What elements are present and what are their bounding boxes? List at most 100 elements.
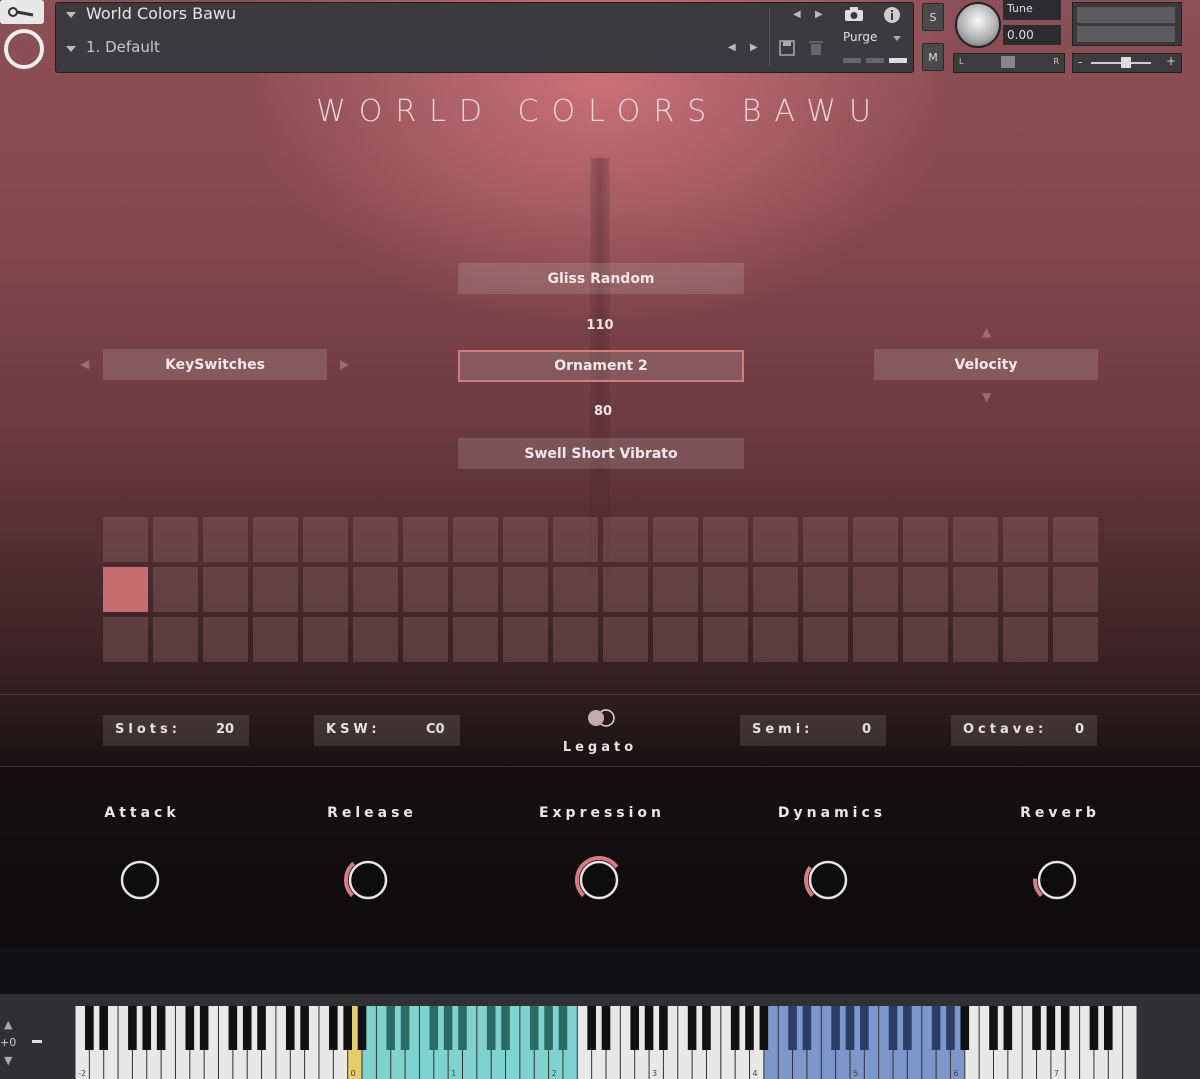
next-preset-icon[interactable]: ▶ [750, 42, 758, 53]
slot-cell[interactable] [1053, 517, 1098, 562]
keyswitch-next-icon[interactable]: ▶ [340, 357, 349, 371]
slot-cell[interactable] [353, 567, 398, 612]
instrument-name[interactable]: World Colors Bawu [86, 4, 236, 23]
slot-cell[interactable] [953, 567, 998, 612]
dynamics-knob[interactable] [803, 855, 853, 905]
ksw-field[interactable]: KSW: C0 [314, 715, 460, 746]
pitch-wheel[interactable] [32, 1040, 42, 1043]
expression-knob[interactable] [574, 855, 624, 905]
piano-keyboard[interactable]: -2 0 1 2 3 4 5 6 7 [75, 1006, 1137, 1079]
slot-cell[interactable] [853, 567, 898, 612]
pan-handle[interactable] [1001, 56, 1015, 68]
slot-cell[interactable] [353, 517, 398, 562]
slot-cell[interactable] [503, 567, 548, 612]
slot-cell[interactable] [753, 567, 798, 612]
octave-up-icon[interactable]: ▲ [4, 1018, 12, 1031]
slot-cell[interactable] [1003, 617, 1048, 662]
reverb-knob[interactable] [1032, 855, 1082, 905]
prev-instrument-icon[interactable]: ◀ [793, 9, 801, 20]
instrument-dropdown-icon[interactable] [66, 12, 76, 18]
slot-cell[interactable] [303, 517, 348, 562]
slot-cell[interactable] [703, 617, 748, 662]
keyswitch-prev-icon[interactable]: ◀ [80, 357, 89, 371]
slot-cell[interactable] [603, 517, 648, 562]
slot-cell[interactable] [953, 517, 998, 562]
velocity-up-icon[interactable]: ▲ [982, 325, 991, 339]
preset-name[interactable]: 1. Default [86, 38, 160, 56]
slot-cell[interactable] [453, 517, 498, 562]
slot-cell[interactable] [253, 617, 298, 662]
slot-cell[interactable] [653, 517, 698, 562]
delete-icon[interactable] [809, 40, 823, 60]
legato-toggle[interactable] [586, 708, 616, 727]
slot-cell[interactable] [253, 517, 298, 562]
volume-handle[interactable] [1121, 57, 1131, 68]
slot-cell[interactable] [303, 617, 348, 662]
slot-cell[interactable] [803, 617, 848, 662]
slot-cell[interactable] [653, 617, 698, 662]
slot-cell[interactable] [853, 517, 898, 562]
solo-button[interactable]: S [922, 3, 944, 31]
slot-cell[interactable] [803, 517, 848, 562]
slot-cell[interactable] [553, 517, 598, 562]
slot-cell[interactable] [753, 517, 798, 562]
tune-value[interactable]: 0.00 [1003, 25, 1061, 45]
slot-cell[interactable] [353, 617, 398, 662]
articulation-bottom-button[interactable]: Swell Short Vibrato [458, 438, 744, 469]
slot-cell[interactable] [903, 517, 948, 562]
slot-cell[interactable] [803, 567, 848, 612]
slot-cell[interactable] [603, 617, 648, 662]
slot-cell[interactable] [453, 617, 498, 662]
slot-cell[interactable] [653, 567, 698, 612]
slot-cell[interactable] [1053, 617, 1098, 662]
slot-cell[interactable] [253, 567, 298, 612]
slot-cell[interactable] [953, 617, 998, 662]
keyswitches-selector[interactable]: KeySwitches [103, 349, 327, 380]
slot-cell[interactable] [153, 567, 198, 612]
slot-cell[interactable] [103, 567, 148, 612]
prev-preset-icon[interactable]: ◀ [728, 42, 736, 53]
next-instrument-icon[interactable]: ▶ [815, 9, 823, 20]
articulation-top-button[interactable]: Gliss Random [458, 263, 744, 294]
articulation-selected-button[interactable]: Ornament 2 [458, 350, 744, 382]
purge-button[interactable]: Purge [843, 30, 877, 44]
slot-cell[interactable] [203, 517, 248, 562]
save-icon[interactable] [779, 40, 795, 60]
slot-cell[interactable] [1053, 567, 1098, 612]
wrench-icon[interactable] [0, 0, 44, 24]
volume-slider[interactable]: - + [1072, 53, 1182, 73]
slot-cell[interactable] [153, 617, 198, 662]
slot-cell[interactable] [603, 567, 648, 612]
slot-cell[interactable] [703, 567, 748, 612]
slot-cell[interactable] [103, 617, 148, 662]
velocity-down-icon[interactable]: ▼ [982, 390, 991, 404]
slot-cell[interactable] [553, 617, 598, 662]
slot-cell[interactable] [203, 567, 248, 612]
slot-cell[interactable] [303, 567, 348, 612]
slot-cell[interactable] [103, 517, 148, 562]
semi-value[interactable]: 0 [862, 722, 871, 737]
octave-down-icon[interactable]: ▼ [4, 1054, 12, 1067]
slot-cell[interactable] [403, 617, 448, 662]
slot-cell[interactable] [1003, 517, 1048, 562]
octave-value[interactable]: 0 [1075, 722, 1084, 737]
slot-cell[interactable] [153, 517, 198, 562]
slot-cell[interactable] [503, 617, 548, 662]
slot-cell[interactable] [903, 567, 948, 612]
volume-plus[interactable]: + [1166, 54, 1176, 68]
slots-field[interactable]: Slots: 20 [103, 715, 249, 746]
slot-cell[interactable] [403, 517, 448, 562]
ksw-value[interactable]: C0 [426, 722, 445, 737]
octave-field[interactable]: Octave: 0 [951, 715, 1097, 746]
purge-dropdown-icon[interactable] [893, 36, 901, 41]
info-icon[interactable] [883, 6, 901, 28]
pan-slider[interactable]: L R [953, 53, 1065, 73]
slots-value[interactable]: 20 [216, 722, 234, 737]
volume-minus[interactable]: - [1078, 55, 1082, 69]
slot-cell[interactable] [453, 567, 498, 612]
preset-dropdown-icon[interactable] [66, 46, 76, 52]
slot-cell[interactable] [553, 567, 598, 612]
release-knob[interactable] [343, 855, 393, 905]
slot-cell[interactable] [1003, 567, 1048, 612]
camera-icon[interactable] [844, 6, 864, 26]
